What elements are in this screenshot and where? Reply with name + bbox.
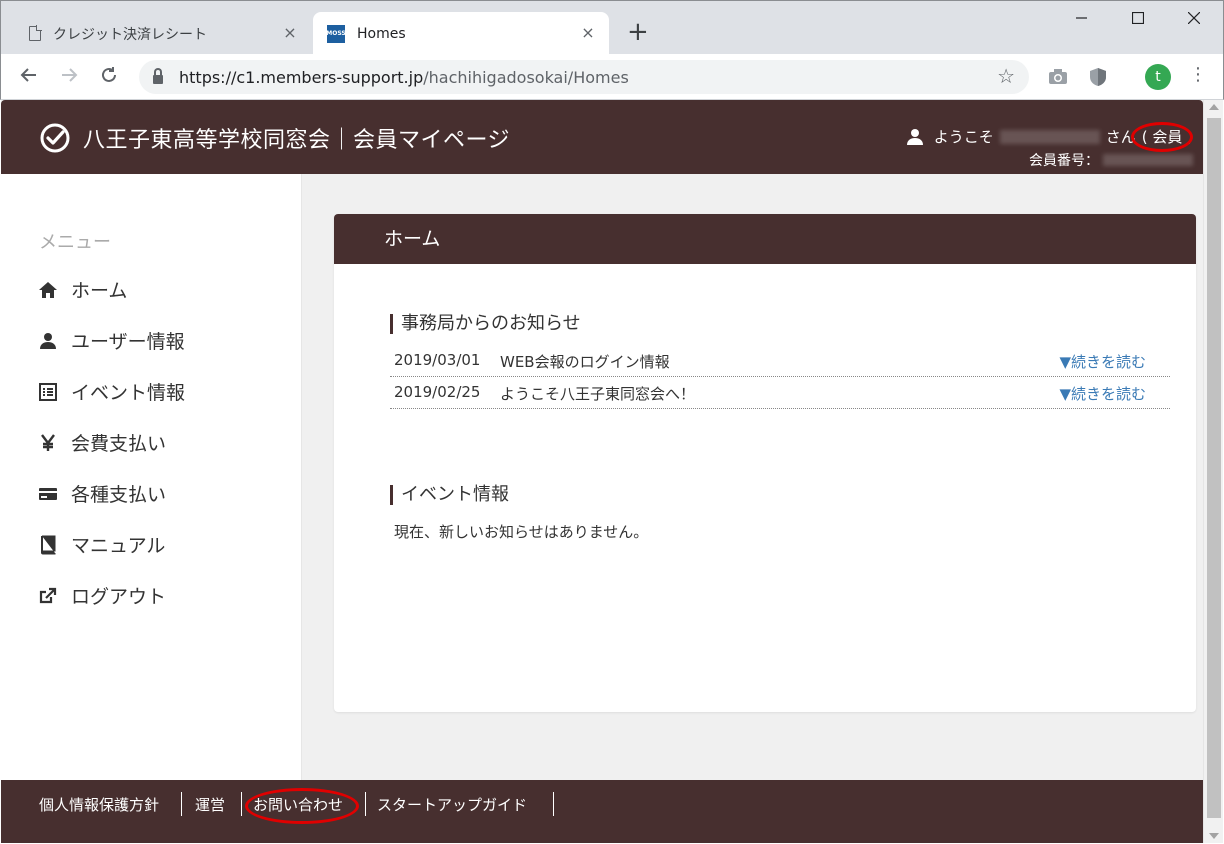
- sidebar-item-label: イベント情報: [71, 382, 186, 404]
- user-icon: [906, 128, 923, 145]
- profile-avatar[interactable]: t: [1145, 64, 1171, 90]
- lock-icon: [153, 68, 163, 84]
- tab-title: Homes: [357, 25, 406, 42]
- book-icon: [37, 535, 59, 555]
- tab-title: クレジット決済レシート: [53, 26, 207, 43]
- sidebar: メニュー ホーム ユーザー情報 イベント情報 会費支払い 各種支払い マニュアル…: [1, 174, 302, 780]
- home-card: ホーム 事務局からのお知らせ 2019/03/01 WEB会報のログイン情報 ▼…: [334, 214, 1196, 712]
- new-tab-button[interactable]: +: [627, 19, 649, 45]
- menu-heading: メニュー: [39, 232, 111, 253]
- tab-close-icon[interactable]: ×: [281, 24, 299, 42]
- scroll-down-icon[interactable]: [1209, 833, 1219, 839]
- site-title[interactable]: 八王子東高等学校同窓会｜会員マイページ: [83, 122, 510, 154]
- maximize-icon[interactable]: [1115, 9, 1161, 28]
- url-host: https://c1.members-support.jp: [179, 67, 424, 87]
- url-path: /hachihigadosokai/Homes: [423, 67, 629, 87]
- news-date: 2019/02/25: [394, 383, 481, 401]
- vertical-scrollbar[interactable]: [1203, 100, 1223, 843]
- minimize-icon[interactable]: [1059, 9, 1105, 28]
- back-icon[interactable]: [15, 63, 43, 91]
- scroll-thumb[interactable]: [1207, 118, 1221, 818]
- card-title: ホーム: [334, 214, 1196, 264]
- sidebar-item-label: ユーザー情報: [71, 331, 185, 353]
- shield-icon[interactable]: [1087, 66, 1109, 88]
- footer-separator: [181, 792, 182, 816]
- news-date: 2019/03/01: [394, 351, 481, 369]
- events-empty-message: 現在、新しいお知らせはありません。: [394, 523, 649, 541]
- browser-toolbar: https://c1.members-support.jp/hachihigad…: [0, 54, 1224, 100]
- check-circle-icon: [40, 123, 70, 153]
- sidebar-item-label: マニュアル: [71, 535, 166, 557]
- sidebar-item-label: ログアウト: [71, 586, 167, 608]
- yen-icon: [37, 433, 59, 453]
- sidebar-item-label: 会費支払い: [71, 433, 167, 455]
- sidebar-item-manual[interactable]: マニュアル: [37, 531, 165, 558]
- member-number: 会員番号：: [1029, 150, 1193, 170]
- reload-icon[interactable]: [95, 63, 123, 91]
- web-page: 八王子東高等学校同窓会｜会員マイページ ようこそ さん ( 会員 ) 会員番号：…: [1, 100, 1203, 843]
- tab-close-icon[interactable]: ×: [579, 24, 597, 42]
- news-section-title: 事務局からのお知らせ: [390, 314, 581, 334]
- sidebar-item-label: ホーム: [71, 280, 128, 302]
- address-bar[interactable]: https://c1.members-support.jp/hachihigad…: [139, 60, 1029, 94]
- welcome-prefix: ようこそ: [933, 128, 994, 146]
- tab-receipt[interactable]: クレジット決済レシート ×: [15, 12, 311, 55]
- tab-homes[interactable]: MOSS Homes ×: [313, 12, 609, 55]
- sidebar-item-user-info[interactable]: ユーザー情報: [37, 327, 185, 354]
- news-item[interactable]: 2019/03/01 WEB会報のログイン情報 ▼続きを読む: [390, 345, 1170, 377]
- window-close-icon[interactable]: [1171, 9, 1217, 28]
- card-icon: [37, 484, 59, 504]
- sidebar-item-logout[interactable]: ログアウト: [37, 582, 166, 609]
- footer-separator: [365, 792, 366, 816]
- footer-link-startup-guide[interactable]: スタートアップガイド: [377, 794, 527, 815]
- logout-icon: [37, 586, 59, 606]
- sidebar-item-payments[interactable]: 各種支払い: [37, 480, 166, 507]
- menu-kebab-icon[interactable]: ⋮: [1189, 64, 1207, 85]
- moss-favicon-icon: MOSS: [326, 24, 346, 43]
- camera-icon[interactable]: [1047, 66, 1069, 88]
- footer-link-operator[interactable]: 運営: [195, 794, 225, 815]
- sidebar-item-label: 各種支払い: [71, 484, 167, 506]
- footer-separator: [241, 792, 242, 816]
- list-icon: [37, 382, 59, 402]
- browser-tab-bar: クレジット決済レシート × MOSS Homes × +: [0, 0, 1224, 55]
- user-name-redacted: [999, 129, 1100, 144]
- sidebar-item-membership-fee[interactable]: 会費支払い: [37, 429, 166, 456]
- annotation-circle: [1131, 122, 1193, 152]
- events-section-title: イベント情報: [390, 485, 509, 505]
- news-title[interactable]: WEB会報のログイン情報: [500, 351, 670, 372]
- news-title[interactable]: ようこそ八王子東同窓会へ！: [500, 383, 695, 404]
- footer-separator: [553, 792, 554, 816]
- document-icon: [29, 25, 42, 41]
- scroll-up-icon[interactable]: [1209, 104, 1219, 110]
- read-more-link[interactable]: ▼続きを読む: [1059, 351, 1146, 372]
- member-number-label: 会員番号：: [1029, 153, 1099, 169]
- site-header: 八王子東高等学校同窓会｜会員マイページ ようこそ さん ( 会員 ) 会員番号：: [1, 100, 1203, 174]
- user-icon: [37, 331, 59, 351]
- forward-icon[interactable]: [55, 63, 83, 91]
- member-number-redacted: [1103, 154, 1193, 166]
- read-more-link[interactable]: ▼続きを読む: [1059, 383, 1146, 404]
- bookmark-star-icon[interactable]: ☆: [997, 64, 1015, 88]
- footer-link-privacy[interactable]: 個人情報保護方針: [39, 794, 159, 815]
- annotation-circle: [245, 788, 359, 824]
- sidebar-item-home[interactable]: ホーム: [37, 276, 127, 303]
- site-footer: 個人情報保護方針 運営 お問い合わせ スタートアップガイド: [1, 780, 1203, 843]
- news-item[interactable]: 2019/02/25 ようこそ八王子東同窓会へ！ ▼続きを読む: [390, 377, 1170, 409]
- home-icon: [37, 280, 59, 300]
- sidebar-item-event-info[interactable]: イベント情報: [37, 378, 185, 405]
